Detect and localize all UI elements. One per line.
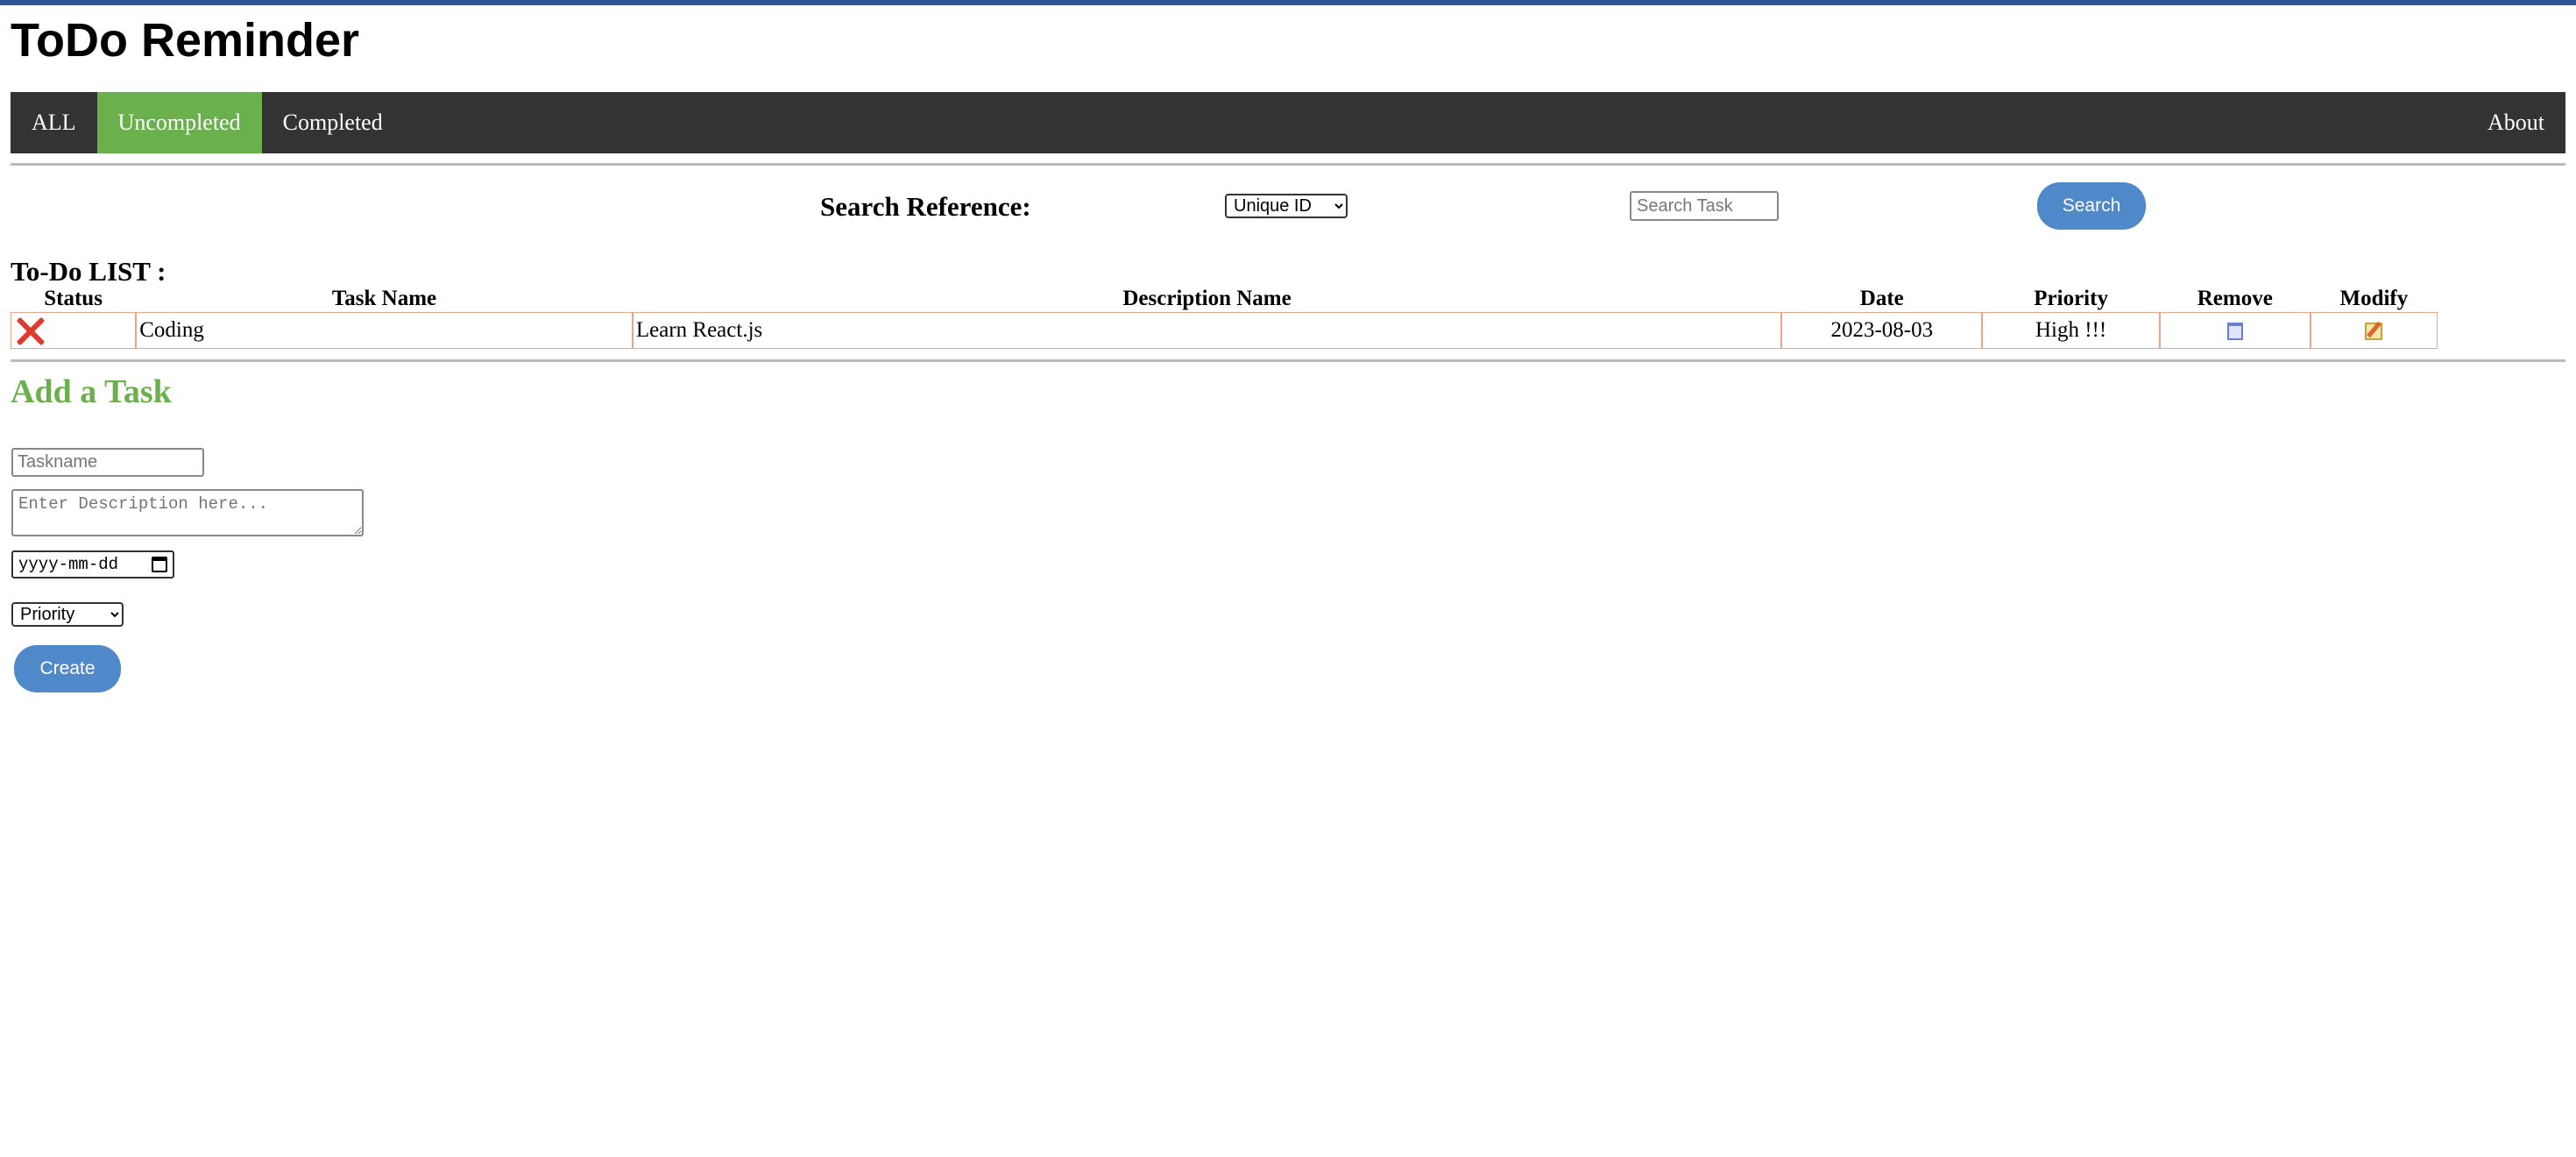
- status-cell[interactable]: [11, 312, 137, 349]
- task-name-cell: Coding: [136, 312, 633, 349]
- column-header-description: Description Name: [1122, 287, 1292, 310]
- calendar-icon[interactable]: [152, 557, 167, 572]
- remove-cell: [2159, 312, 2311, 349]
- search-input[interactable]: [1630, 191, 1779, 221]
- add-task-title: Add a Task: [11, 373, 172, 410]
- table-row: Coding Learn React.js 2023-08-03 High !!…: [11, 312, 2438, 349]
- modify-cell: [2310, 312, 2438, 349]
- divider-bottom: [11, 359, 2565, 362]
- red-x-icon[interactable]: [14, 316, 47, 346]
- trash-icon[interactable]: [2226, 323, 2243, 341]
- column-header-remove: Remove: [2197, 287, 2273, 310]
- column-header-date: Date: [1859, 287, 1904, 310]
- taskname-input[interactable]: [11, 448, 204, 477]
- main-nav: ALL Uncompleted Completed About: [11, 92, 2565, 153]
- top-accent-bar: [0, 0, 2576, 5]
- description-textarea[interactable]: [11, 489, 364, 536]
- edit-icon[interactable]: [2365, 323, 2383, 341]
- nav-item-about[interactable]: About: [2466, 92, 2565, 153]
- column-header-priority: Priority: [2034, 287, 2108, 310]
- todo-list-title: To-Do LIST :: [11, 256, 166, 287]
- date-cell: 2023-08-03: [1781, 312, 1983, 349]
- date-placeholder: yyyy-mm-dd: [18, 555, 119, 574]
- column-header-task-name: Task Name: [331, 287, 437, 310]
- nav-item-all[interactable]: ALL: [11, 92, 97, 153]
- todo-table: Status Task Name Description Name Date P…: [11, 286, 2438, 349]
- nav-item-uncompleted[interactable]: Uncompleted: [96, 92, 262, 153]
- priority-select[interactable]: Priority: [11, 602, 124, 627]
- description-cell: Learn React.js: [632, 312, 1782, 349]
- nav-item-completed[interactable]: Completed: [262, 92, 404, 153]
- column-header-modify: Modify: [2339, 287, 2409, 310]
- priority-cell: High !!!: [1982, 312, 2160, 349]
- search-reference-label: Search Reference:: [820, 191, 1031, 222]
- create-button[interactable]: Create: [14, 645, 121, 692]
- search-button[interactable]: Search: [2037, 182, 2146, 230]
- divider-top: [11, 163, 2565, 166]
- date-input[interactable]: yyyy-mm-dd: [11, 550, 174, 578]
- column-header-status: Status: [44, 287, 103, 310]
- app-title: ToDo Reminder: [11, 14, 360, 67]
- search-reference-select[interactable]: Unique ID: [1225, 194, 1348, 218]
- table-header-row: Status Task Name Description Name Date P…: [11, 286, 2438, 312]
